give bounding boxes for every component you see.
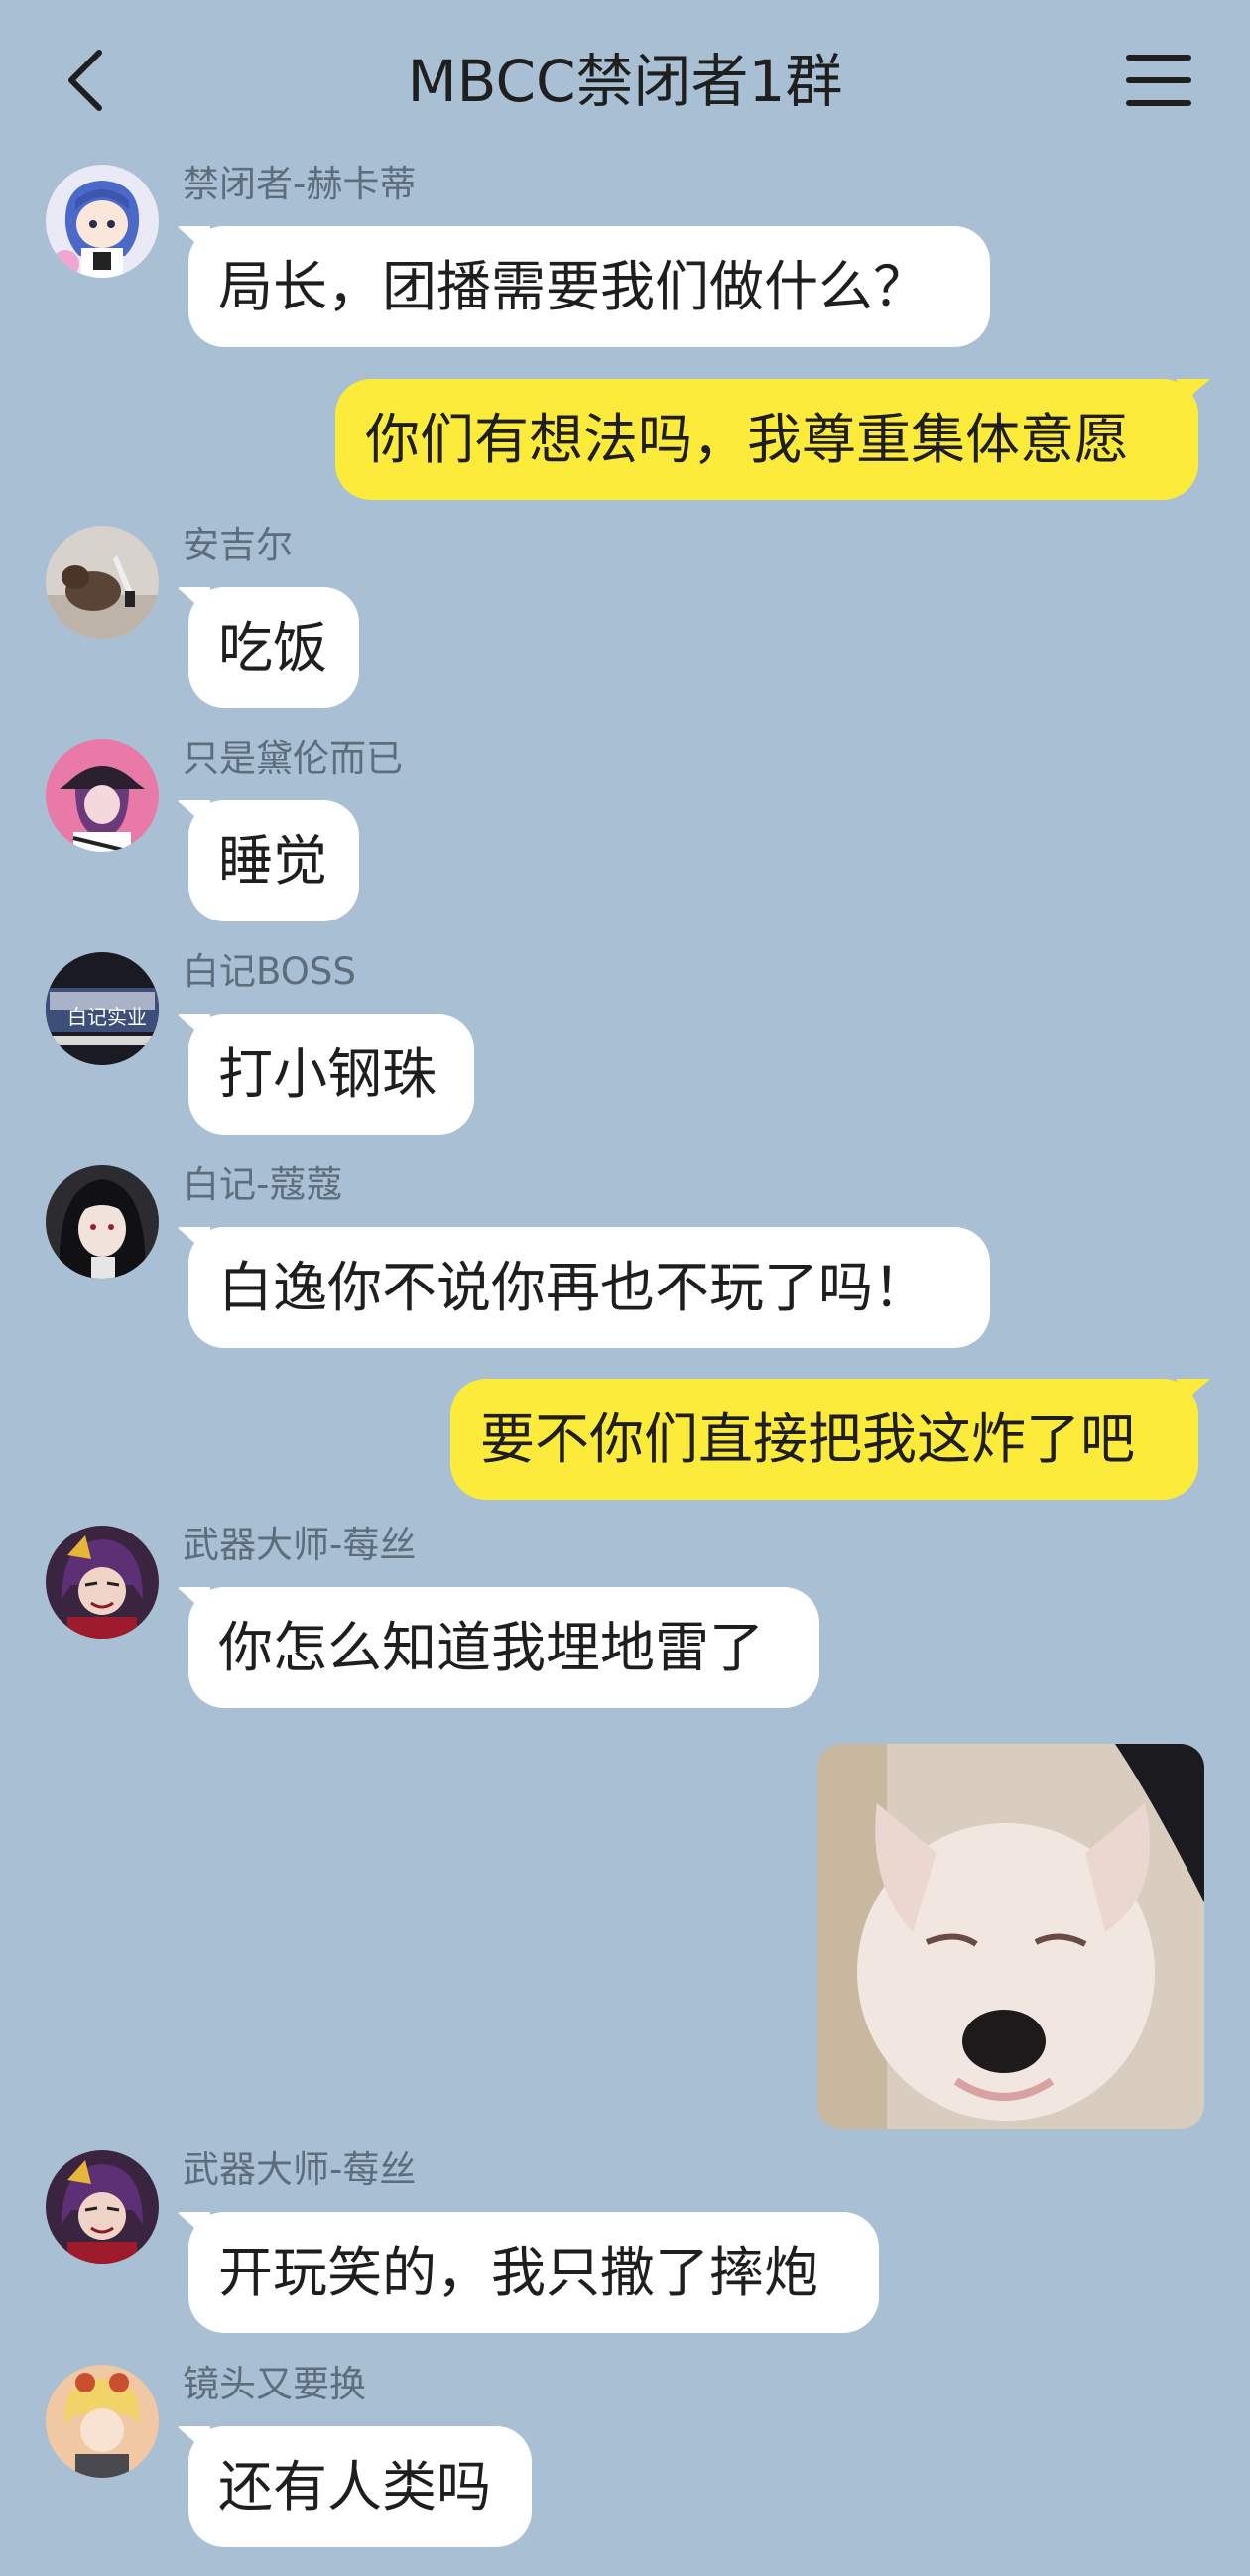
- message-bubble[interactable]: 睡觉: [188, 800, 359, 921]
- avatar[interactable]: [46, 2365, 159, 2478]
- avatar[interactable]: [46, 1526, 159, 1639]
- sender-name: 武器大师-莓丝: [183, 1524, 417, 1566]
- message-bubble-outgoing[interactable]: 你们有想法吗，我尊重集体意愿: [335, 379, 1198, 500]
- avatar[interactable]: [46, 739, 159, 852]
- message-bubble-outgoing[interactable]: 要不你们直接把我这炸了吧: [450, 1379, 1198, 1500]
- avatar[interactable]: [46, 1165, 159, 1279]
- menu-button[interactable]: [1123, 50, 1194, 111]
- shop-sign-text: 白记实业: [67, 1006, 147, 1029]
- sender-name: 白记BOSS: [183, 950, 356, 993]
- message-bubble[interactable]: 吃饭: [188, 587, 359, 708]
- chat-header: MBCC禁闭者1群: [0, 0, 1250, 159]
- avatar[interactable]: [46, 526, 159, 639]
- message-bubble[interactable]: 你怎么知道我埋地雷了: [188, 1587, 819, 1708]
- avatar[interactable]: [46, 165, 159, 278]
- sender-name: 禁闭者-赫卡蒂: [183, 163, 417, 205]
- avatar[interactable]: [46, 2150, 159, 2264]
- sender-name: 白记-蔻蔻: [183, 1164, 343, 1206]
- crying-puppy-sticker[interactable]: [817, 1744, 1204, 2129]
- sender-name: 武器大师-莓丝: [183, 2148, 417, 2191]
- sender-name: 镜头又要换: [183, 2363, 366, 2405]
- message-bubble[interactable]: 白逸你不说你再也不玩了吗！: [188, 1227, 990, 1348]
- sender-name: 只是黛伦而已: [183, 737, 403, 780]
- avatar[interactable]: 白记实业: [46, 952, 159, 1065]
- message-bubble[interactable]: 开玩笑的，我只撒了摔炮: [188, 2212, 879, 2333]
- message-bubble[interactable]: 局长，团播需要我们做什么？: [188, 226, 990, 347]
- message-bubble[interactable]: 打小钢珠: [188, 1014, 474, 1135]
- hamburger-menu-icon: [1126, 55, 1191, 106]
- message-bubble[interactable]: 还有人类吗: [188, 2426, 532, 2547]
- sender-name: 安吉尔: [183, 524, 293, 566]
- chat-title: MBCC禁闭者1群: [407, 48, 843, 115]
